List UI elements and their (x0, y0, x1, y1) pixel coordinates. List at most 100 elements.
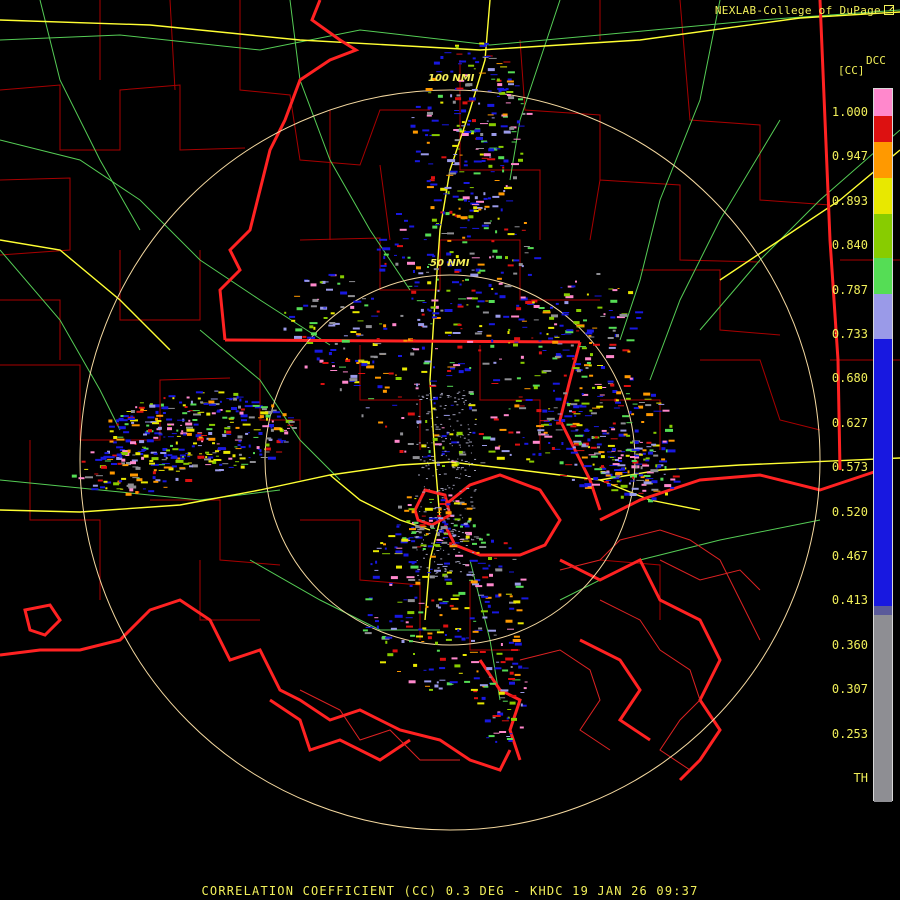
radar-echo (556, 421, 563, 425)
radar-echo (494, 667, 502, 670)
radar-echo (469, 617, 475, 620)
radar-echo (468, 404, 476, 407)
radar-echo (592, 483, 600, 486)
radar-echo (213, 459, 222, 461)
radar-echo (477, 300, 485, 303)
radar-echo (495, 148, 501, 150)
radar-echo (440, 558, 443, 560)
radar-echo (161, 463, 170, 465)
radar-echo (417, 426, 419, 428)
radar-echo (420, 506, 422, 508)
radar-echo (499, 91, 506, 95)
radar-echo (516, 609, 523, 612)
radar-echo (454, 542, 460, 544)
radar-echo (495, 740, 498, 743)
radar-echo (564, 333, 572, 335)
radar-echo (548, 419, 552, 421)
radar-echo (148, 429, 152, 433)
radar-echo (470, 273, 479, 277)
radar-echo (477, 702, 485, 705)
radar-echo (554, 336, 560, 338)
radar-echo (508, 408, 511, 410)
radar-echo (443, 414, 450, 416)
radar-echo (400, 432, 404, 436)
radar-echo (508, 431, 514, 434)
radar-echo (168, 395, 176, 398)
radar-echo (136, 410, 144, 413)
radar-echo (439, 614, 443, 617)
radar-echo (653, 451, 657, 452)
radar-echo (128, 440, 131, 442)
radar-echo (520, 103, 524, 105)
radar-echo (208, 456, 214, 459)
radar-echo (413, 521, 419, 524)
radar-echo (171, 465, 177, 468)
radar-echo (516, 307, 522, 311)
radar-echo (516, 304, 520, 307)
radar-echo (458, 391, 461, 393)
radar-echo (513, 635, 520, 638)
radar-echo (469, 406, 473, 410)
radar-echo (574, 363, 581, 366)
radar-echo (440, 101, 444, 104)
radar-echo (676, 468, 680, 470)
radar-echo (358, 373, 366, 374)
radar-echo (496, 277, 502, 280)
radar-echo (237, 435, 243, 439)
radar-echo (390, 576, 398, 580)
radar-echo (478, 627, 483, 630)
radar-echo (521, 320, 527, 322)
radar-echo (498, 192, 505, 196)
radar-echo (406, 625, 413, 628)
radar-echo (163, 454, 167, 458)
radar-echo (489, 156, 492, 158)
radar-echo (521, 229, 526, 231)
radar-echo (380, 542, 384, 545)
radar-echo (361, 414, 364, 418)
radar-echo (511, 141, 517, 143)
radar-echo (491, 383, 499, 384)
radar-echo (366, 365, 375, 369)
radar-echo (495, 314, 501, 318)
radar-echo (619, 313, 628, 317)
radar-echo (387, 653, 394, 657)
radar-echo (657, 464, 662, 468)
radar-echo (645, 404, 652, 407)
radar-echo (462, 517, 464, 519)
radar-echo (427, 266, 429, 268)
radar-echo (106, 456, 115, 459)
radar-echo (423, 539, 424, 541)
radar-echo (410, 352, 415, 356)
radar-echo (439, 503, 445, 505)
radar-echo (672, 475, 680, 478)
radar-echo (536, 425, 545, 428)
radar-echo (505, 689, 508, 692)
radar-echo (211, 412, 216, 415)
radar-echo (116, 453, 122, 457)
radar-echo (539, 332, 542, 335)
radar-echo (423, 669, 427, 671)
radar-echo (383, 543, 386, 546)
radar-echo (458, 672, 463, 674)
radar-echo (643, 481, 652, 485)
radar-echo (415, 570, 420, 573)
radar-echo (464, 508, 466, 510)
radar-echo (508, 96, 515, 100)
radar-echo (648, 451, 653, 455)
radar-echo (508, 83, 514, 86)
radar-echo (473, 210, 479, 212)
radar-echo (662, 440, 667, 443)
external-link-icon[interactable] (884, 5, 894, 15)
legend-tick-label: 0.360 (831, 637, 868, 652)
radar-echo (564, 415, 573, 418)
radar-echo (419, 524, 426, 527)
radar-echo (240, 446, 246, 449)
radar-echo (658, 403, 665, 405)
radar-echo (219, 400, 222, 403)
radar-echo (456, 87, 464, 90)
radar-echo (206, 453, 213, 455)
radar-echo (411, 297, 414, 300)
radar-echo (124, 423, 129, 426)
radar-echo (667, 449, 676, 453)
radar-echo (469, 651, 478, 653)
